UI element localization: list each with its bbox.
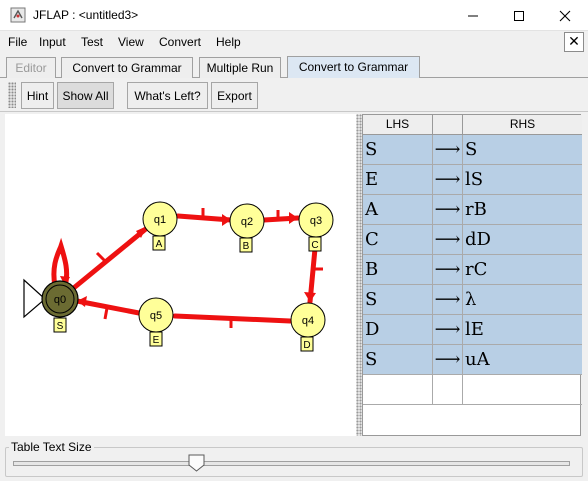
state-q3: q3 C	[298, 202, 334, 252]
table-row[interactable]: B ⟶ rC	[363, 255, 582, 285]
table-header: LHS RHS	[363, 115, 582, 135]
minimize-button[interactable]	[450, 0, 496, 31]
state-q4-name: q4	[302, 315, 314, 327]
state-q1-variable: A	[156, 239, 163, 250]
table-row[interactable]	[363, 375, 582, 405]
state-q5-variable: E	[153, 335, 160, 346]
arrow-cell: ⟶	[433, 165, 463, 195]
table-row[interactable]: C ⟶ dD	[363, 225, 582, 255]
table-row[interactable]: S ⟶ uA	[363, 345, 582, 375]
table-text-size-track[interactable]	[13, 461, 570, 466]
lhs-cell[interactable]: S	[363, 135, 433, 165]
rhs-cell[interactable]: rC	[463, 255, 582, 285]
arrow-cell: ⟶	[433, 315, 463, 345]
arrow-cell: ⟶	[433, 225, 463, 255]
state-q0-variable: S	[57, 321, 64, 332]
menu-view[interactable]: View	[118, 35, 144, 49]
transition-q0-q1	[67, 225, 150, 294]
lhs-cell[interactable]: E	[363, 165, 433, 195]
table-row[interactable]: S ⟶ S	[363, 135, 582, 165]
tab-strip: Editor Convert to Grammar Multiple Run C…	[0, 56, 588, 79]
state-q2: q2 B	[229, 203, 265, 253]
show-all-button[interactable]: Show All	[57, 82, 114, 109]
window-title: JFLAP : <untitled3>	[33, 8, 139, 22]
toolbar-grip[interactable]	[8, 82, 16, 108]
rhs-cell[interactable]: S	[463, 135, 582, 165]
close-tab-icon: ✕	[568, 34, 580, 50]
rhs-cell[interactable]: lS	[463, 165, 582, 195]
state-q5: q5 E	[138, 297, 174, 347]
maximize-icon	[514, 10, 524, 21]
lhs-cell[interactable]: S	[363, 345, 433, 375]
lhs-cell[interactable]: C	[363, 225, 433, 255]
transition-q5-q0	[74, 298, 142, 316]
automaton-drawing: q0 S q1 A q2 B q3 C q4 D q5 E	[23, 201, 334, 352]
rhs-cell[interactable]: λ	[463, 285, 582, 315]
state-q2-name: q2	[241, 216, 253, 228]
menu-file[interactable]: File	[8, 35, 27, 49]
column-header-rhs[interactable]: RHS	[463, 115, 582, 134]
column-header-arrow[interactable]	[433, 115, 463, 134]
maximize-button[interactable]	[496, 0, 542, 31]
menu-convert[interactable]: Convert	[159, 35, 201, 49]
table-text-size-label: Table Text Size	[9, 440, 94, 454]
menu-bar: File Input Test View Convert Help	[0, 31, 588, 54]
automaton-canvas[interactable]: q0 S q1 A q2 B q3 C q4 D q5 E	[5, 114, 356, 436]
state-q3-name: q3	[310, 215, 322, 227]
lhs-cell[interactable]: D	[363, 315, 433, 345]
table-row[interactable]: S ⟶ λ	[363, 285, 582, 315]
arrow-cell: ⟶	[433, 285, 463, 315]
grammar-table[interactable]: LHS RHS S ⟶ S E ⟶ lS A ⟶ rB C ⟶ dD B ⟶ rC S ⟶ λ D ⟶ lE S ⟶ uA	[362, 114, 582, 436]
whats-left-button[interactable]: What's Left?	[127, 82, 208, 109]
state-q0: q0 S	[41, 280, 79, 333]
rhs-cell[interactable]: rB	[463, 195, 582, 225]
menu-test[interactable]: Test	[81, 35, 103, 49]
tab-convert-to-grammar[interactable]: Convert to Grammar	[61, 57, 193, 78]
table-text-size-panel: Table Text Size	[5, 440, 583, 477]
state-q4-variable: D	[303, 340, 310, 351]
rhs-cell[interactable]: dD	[463, 225, 582, 255]
menu-help[interactable]: Help	[216, 35, 241, 49]
arrow-cell: ⟶	[433, 255, 463, 285]
minimize-icon	[468, 15, 478, 16]
arrow-cell	[433, 375, 463, 405]
state-q5-name: q5	[150, 310, 162, 322]
tab-multiple-run[interactable]: Multiple Run	[199, 57, 281, 78]
title-bar: JFLAP : <untitled3>	[0, 0, 588, 31]
table-text-size-thumb[interactable]	[188, 454, 205, 472]
column-header-lhs[interactable]: LHS	[363, 115, 433, 134]
rhs-cell[interactable]: uA	[463, 345, 582, 375]
lhs-cell[interactable]: A	[363, 195, 433, 225]
rhs-cell[interactable]: lE	[463, 315, 582, 345]
table-row[interactable]: A ⟶ rB	[363, 195, 582, 225]
state-q2-variable: B	[243, 241, 250, 252]
state-q4: q4 D	[290, 302, 326, 352]
table-row[interactable]: D ⟶ lE	[363, 315, 582, 345]
table-row[interactable]: E ⟶ lS	[363, 165, 582, 195]
lhs-cell[interactable]: S	[363, 285, 433, 315]
arrow-cell: ⟶	[433, 345, 463, 375]
state-q0-name: q0	[54, 294, 66, 306]
arrow-cell: ⟶	[433, 195, 463, 225]
state-q1: q1 A	[142, 201, 178, 251]
tab-convert-to-grammar-active[interactable]: Convert to Grammar	[287, 56, 420, 79]
close-icon	[559, 10, 571, 21]
lhs-cell[interactable]: B	[363, 255, 433, 285]
rhs-cell[interactable]	[463, 375, 582, 405]
jflap-app-icon	[10, 7, 26, 23]
lhs-cell[interactable]	[363, 375, 433, 405]
state-q3-variable: C	[311, 240, 318, 251]
menu-input[interactable]: Input	[39, 35, 66, 49]
tab-editor[interactable]: Editor	[6, 57, 56, 78]
close-tab-button[interactable]: ✕	[564, 32, 584, 52]
close-button[interactable]	[542, 0, 588, 31]
hint-button[interactable]: Hint	[21, 82, 54, 109]
arrow-cell: ⟶	[433, 135, 463, 165]
export-button[interactable]: Export	[211, 82, 258, 109]
state-q1-name: q1	[154, 214, 166, 226]
